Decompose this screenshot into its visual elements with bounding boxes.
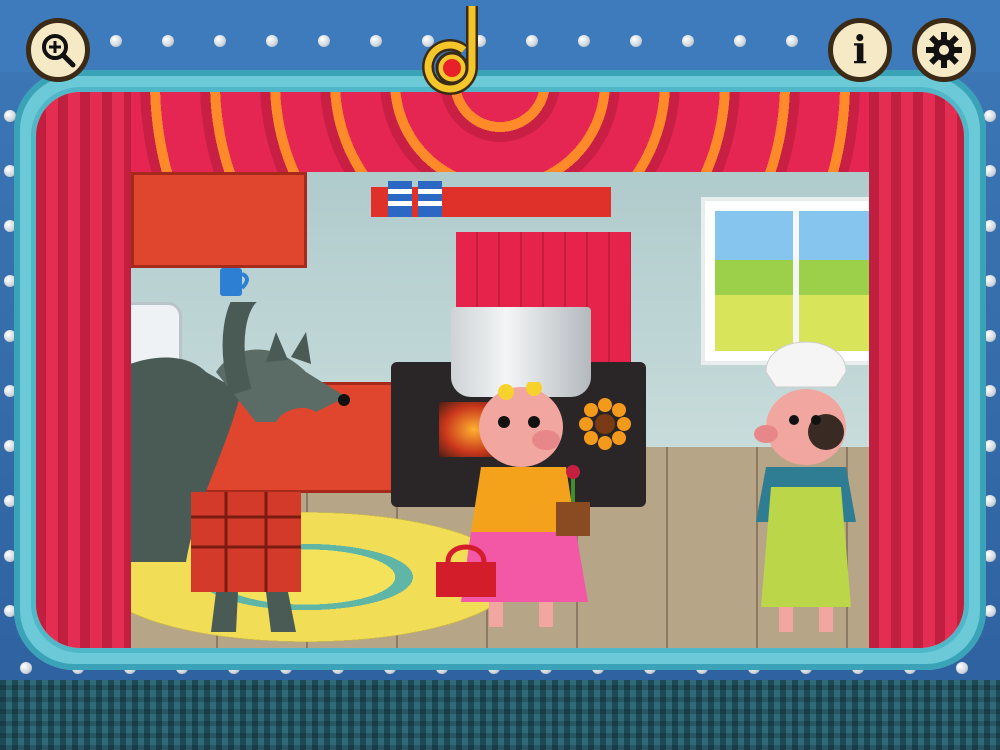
zoom-in-icon [42,34,76,68]
rivet [20,662,32,674]
rivet [578,35,590,47]
rivet [786,35,798,47]
music-note-record-icon[interactable] [420,2,492,96]
pig-chef-character[interactable] [726,322,886,642]
gear-icon [926,32,962,68]
pig-with-flower-character[interactable] [426,382,626,642]
rivet [370,35,382,47]
upper-cabinet [131,172,307,268]
rivet [630,35,642,47]
rivet [956,662,968,674]
striped-jars [388,181,442,217]
curtain-valance [36,92,964,172]
left-curtain [36,92,131,648]
stage-scene [36,92,964,648]
rivet [526,35,538,47]
rivet [214,35,226,47]
rivet [734,35,746,47]
settings-button[interactable] [912,18,976,82]
rivet [266,35,278,47]
zoom-button[interactable] [26,18,90,82]
info-icon: i [852,27,868,72]
stage-floor-strip [0,680,1000,750]
right-curtain [869,92,964,648]
rivet [318,35,330,47]
rivet [682,35,694,47]
rivet [162,35,174,47]
mug[interactable] [214,260,254,300]
rivet [984,110,996,122]
info-button[interactable]: i [828,18,892,82]
rivet [110,35,122,47]
